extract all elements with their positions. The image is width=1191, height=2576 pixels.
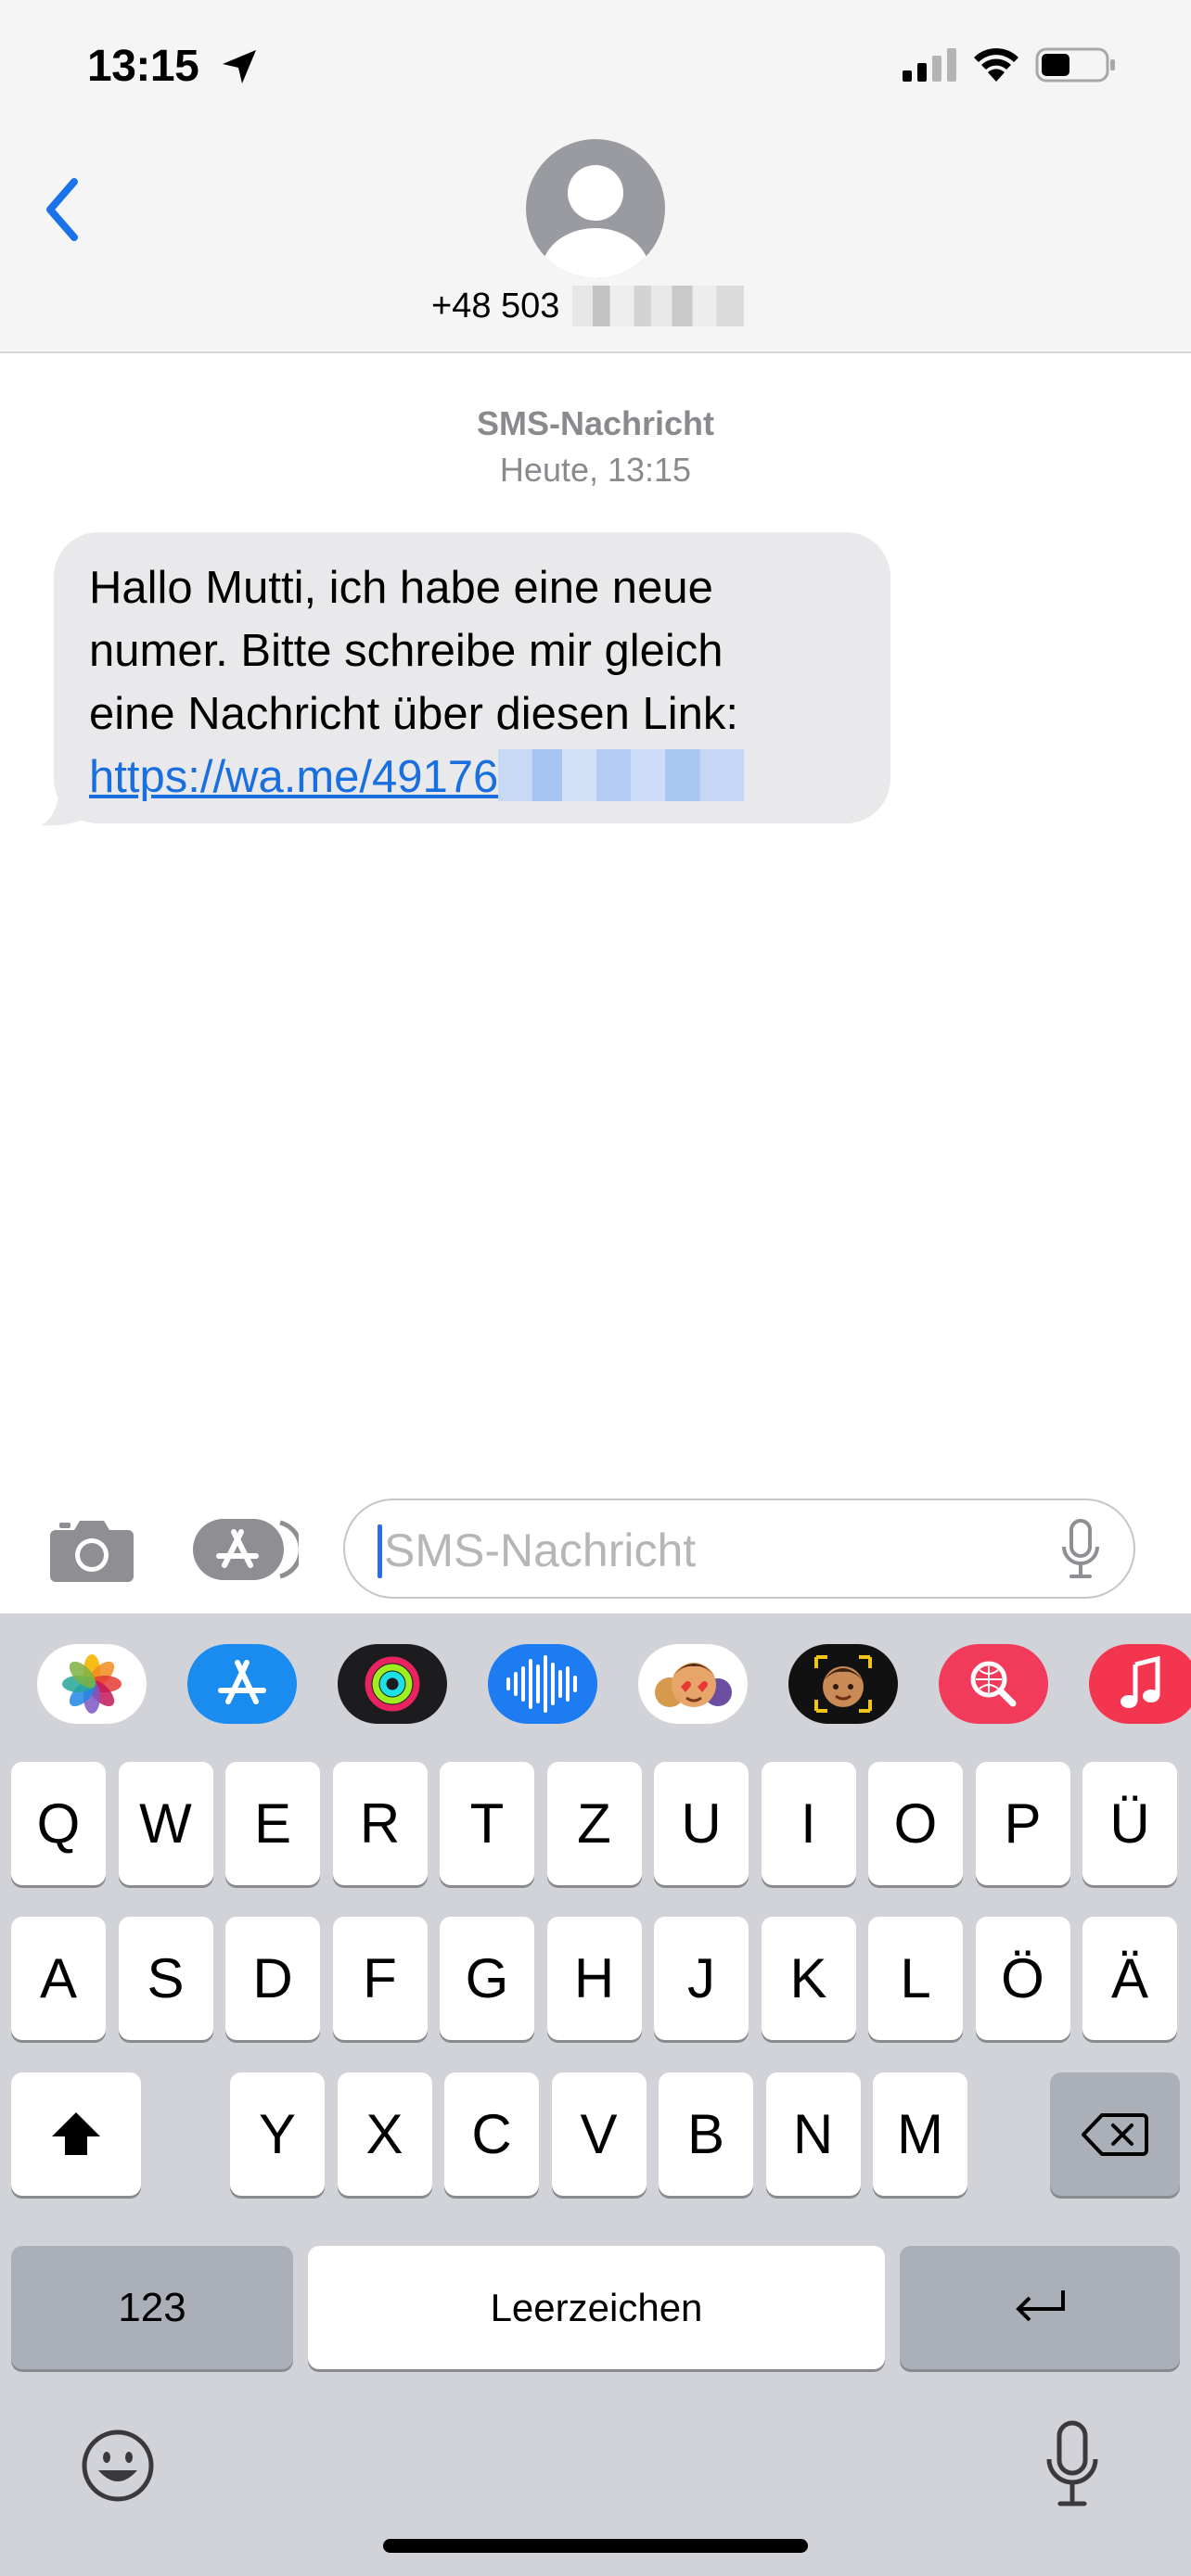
location-arrow-icon (223, 50, 256, 83)
message-text-field[interactable] (384, 1517, 1033, 1584)
conversation-header: 13:15 +48 503 (0, 0, 1191, 353)
key-h[interactable]: H (546, 1917, 642, 2040)
incoming-message-bubble[interactable]: Hallo Mutti, ich habe eine neue numer. B… (54, 532, 890, 823)
app-strip-image-search[interactable] (939, 1644, 1048, 1724)
camera-icon (50, 1521, 134, 1582)
music-icon (1121, 1655, 1160, 1708)
return-icon (1016, 2289, 1065, 2321)
memoji-stickers-icon (655, 1663, 732, 1707)
key-ö[interactable]: Ö (975, 1917, 1070, 2040)
contact-avatar[interactable] (526, 139, 665, 278)
key-z[interactable]: Z (546, 1762, 642, 1885)
space-key[interactable]: Leerzeichen (308, 2246, 885, 2369)
message-timestamp: Heute, 13:15 (499, 451, 692, 489)
app-strip-app-store[interactable] (187, 1644, 297, 1724)
key-c[interactable]: C (444, 2072, 539, 2196)
key-w[interactable]: W (118, 1762, 213, 1885)
key-j[interactable]: J (654, 1917, 749, 2040)
text-caret (378, 1524, 382, 1578)
app-strip-photos[interactable] (37, 1644, 147, 1724)
key-ä[interactable]: Ä (1082, 1917, 1177, 2040)
dictation-microphone-icon[interactable] (1045, 2420, 1099, 2509)
key-g[interactable]: G (440, 1917, 534, 2040)
key-q[interactable]: Q (11, 1762, 106, 1885)
key-p[interactable]: P (975, 1762, 1070, 1885)
memoji-icon (814, 1655, 872, 1713)
app-store-icon (218, 1660, 266, 1704)
return-key[interactable] (900, 2246, 1180, 2369)
key-r[interactable]: R (332, 1762, 428, 1885)
numbers-key-label: 123 (118, 2284, 186, 2330)
key-d[interactable]: D (225, 1917, 320, 2040)
imessage-app-strip (0, 1613, 1191, 1753)
redacted-link-block (498, 749, 745, 801)
key-n[interactable]: N (765, 2072, 861, 2196)
key-f[interactable]: F (332, 1917, 428, 2040)
wifi-icon (974, 48, 1018, 82)
app-strip-memoji[interactable] (788, 1644, 898, 1724)
key-u[interactable]: U (654, 1762, 749, 1885)
battery-icon (1035, 47, 1115, 83)
key-e[interactable]: E (225, 1762, 320, 1885)
camera-button[interactable] (48, 1513, 135, 1584)
key-i[interactable]: I (761, 1762, 856, 1885)
audio-waveform-icon (506, 1655, 577, 1713)
key-ü[interactable]: Ü (1082, 1762, 1177, 1885)
contact-number: +48 503 (431, 286, 560, 325)
image-search-icon (970, 1661, 1017, 1707)
redacted-number-block (572, 286, 745, 326)
shift-key[interactable] (11, 2072, 141, 2196)
message-text-line: Hallo Mutti, ich habe eine neue (89, 563, 713, 613)
person-avatar-icon (542, 165, 649, 278)
emoji-icon[interactable] (80, 2428, 156, 2504)
app-strip-memoji-stickers[interactable] (638, 1644, 748, 1724)
contact-name-button[interactable]: +48 503 (431, 284, 745, 328)
message-text-line: numer. Bitte schreibe mir gleich (89, 626, 724, 676)
status-time: 13:15 (87, 42, 199, 91)
app-strip-music[interactable] (1089, 1644, 1191, 1724)
message-text-line: eine Nachricht über diesen Link: (89, 689, 739, 739)
key-o[interactable]: O (868, 1762, 963, 1885)
key-v[interactable]: V (551, 2072, 647, 2196)
key-y[interactable]: Y (230, 2072, 325, 2196)
microphone-icon[interactable] (1059, 1519, 1102, 1580)
key-t[interactable]: T (440, 1762, 534, 1885)
keyboard: QWERTZUIOPÜ ASDFGHJKLÖÄ YXCVBNM 123 Leer… (0, 1613, 1191, 2576)
key-s[interactable]: S (118, 1917, 213, 2040)
shift-icon (52, 2111, 100, 2155)
activity-rings-icon (365, 1656, 420, 1712)
delete-backspace-icon (1082, 2112, 1148, 2156)
app-strip-activity[interactable] (338, 1644, 447, 1724)
photos-icon (62, 1654, 122, 1714)
space-key-label: Leerzeichen (490, 2285, 703, 2329)
app-strip-audio[interactable] (488, 1644, 597, 1724)
key-b[interactable]: B (659, 2072, 753, 2196)
home-indicator[interactable] (383, 2539, 808, 2553)
delete-key[interactable] (1050, 2072, 1180, 2196)
key-l[interactable]: L (868, 1917, 963, 2040)
key-k[interactable]: K (761, 1917, 856, 2040)
message-input[interactable] (343, 1498, 1135, 1599)
key-m[interactable]: M (873, 2072, 967, 2196)
key-x[interactable]: X (337, 2072, 432, 2196)
apps-drawer-button[interactable] (191, 1517, 299, 1582)
numbers-key[interactable]: 123 (11, 2246, 293, 2369)
cellular-signal-icon (903, 48, 956, 82)
key-a[interactable]: A (11, 1917, 106, 2040)
back-button[interactable] (37, 172, 93, 247)
message-type-label: SMS-Nachricht (476, 404, 715, 442)
message-link[interactable]: https://wa.me/49176 (89, 752, 498, 802)
